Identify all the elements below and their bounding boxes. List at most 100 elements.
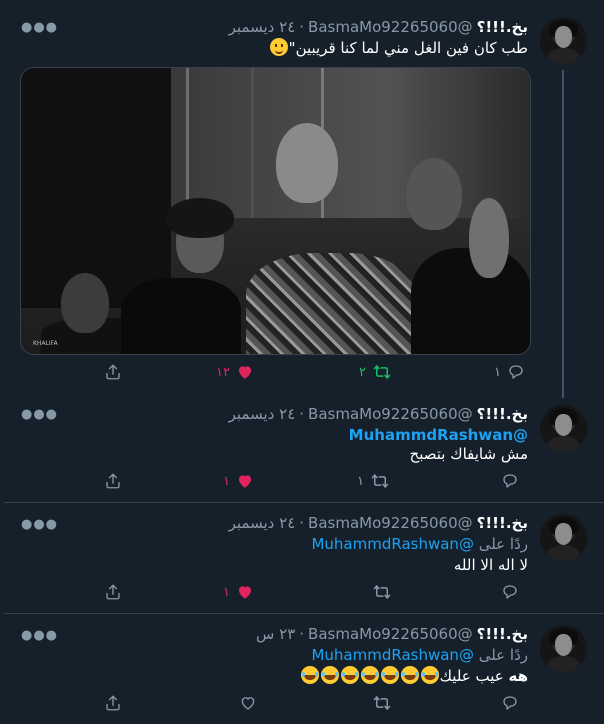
retweet-count: ١ — [357, 473, 364, 489]
timestamp[interactable]: ٢٤ ديسمبر — [229, 514, 296, 532]
tweet-body: طب كان فين الغل مني لما كنا قريبين" — [288, 39, 528, 57]
tweet-header: بخ.!!!؟ @BasmaMo92265060 · ٢٤ ديسمبر — [229, 17, 528, 37]
separator-dot: · — [299, 514, 305, 532]
face-with-tears-of-joy-icon — [300, 666, 319, 684]
tweet-4[interactable]: ●●● بخ.!!!؟ @BasmaMo92265060 · ٢٣ س ردًا… — [0, 614, 604, 724]
like-button[interactable]: ١ — [222, 583, 254, 601]
tweet-actions — [0, 694, 604, 716]
separator-dot: · — [299, 405, 305, 423]
display-name[interactable]: بخ.!!!؟ — [477, 625, 528, 643]
timestamp[interactable]: ٢٤ ديسمبر — [229, 405, 296, 423]
reply-button[interactable] — [501, 472, 519, 490]
face-with-tears-of-joy-icon — [360, 666, 379, 684]
tweet-text: @MuhammdRashwan — [349, 425, 528, 445]
retweet-button[interactable]: ٢ — [358, 363, 392, 381]
reply-context: ردًا على @MuhammdRashwan — [311, 534, 528, 554]
user-handle[interactable]: @BasmaMo92265060 — [308, 405, 473, 423]
separator-dot: · — [299, 18, 305, 36]
tweet-body: عيب عليك — [439, 667, 504, 685]
tweet-body-bold: هه — [508, 667, 529, 685]
like-button[interactable]: ١ — [222, 472, 254, 490]
like-count: ١ — [223, 584, 230, 600]
heart-icon — [238, 366, 251, 379]
tweet-body: مش شايفاك بتصبح — [409, 445, 528, 463]
face-with-tears-of-joy-icon — [340, 666, 359, 684]
reply-button[interactable]: ١ — [493, 363, 525, 381]
avatar[interactable] — [540, 514, 587, 561]
retweet-icon — [373, 365, 391, 379]
display-name[interactable]: بخ.!!!؟ — [477, 514, 528, 532]
user-handle[interactable]: @BasmaMo92265060 — [308, 625, 473, 643]
tweet-body: لا اله الا الله — [453, 556, 528, 574]
reply-icon — [503, 585, 517, 599]
reply-prefix: ردًا على — [478, 535, 528, 553]
more-icon[interactable]: ●●● — [21, 20, 58, 35]
mention-link[interactable]: @MuhammdRashwan — [311, 646, 473, 664]
timestamp[interactable]: ٢٣ س — [256, 625, 295, 643]
tweet-header: بخ.!!!؟ @BasmaMo92265060 · ٢٤ ديسمبر — [229, 513, 528, 533]
emoji-group — [300, 666, 440, 685]
tweet-2[interactable]: ●●● بخ.!!!؟ @BasmaMo92265060 · ٢٤ ديسمبر… — [0, 392, 604, 502]
mention-link[interactable]: @MuhammdRashwan — [349, 426, 528, 444]
share-icon — [106, 473, 120, 489]
retweet-button[interactable] — [372, 694, 392, 712]
separator-dot: · — [299, 625, 305, 643]
reply-icon — [509, 365, 523, 379]
face-with-tears-of-joy-icon — [320, 666, 339, 684]
reply-button[interactable] — [501, 583, 519, 601]
share-button[interactable] — [104, 694, 122, 712]
tweet-actions: ١ ٢ ١٢ — [0, 363, 604, 385]
face-with-tears-of-joy-icon — [400, 666, 419, 684]
retweet-button[interactable] — [372, 583, 392, 601]
like-button[interactable]: ١٢ — [216, 363, 254, 381]
slightly-smiling-face-icon — [269, 38, 288, 56]
more-icon[interactable]: ●●● — [21, 407, 58, 422]
reply-count: ١ — [494, 364, 501, 380]
face-with-tears-of-joy-icon — [420, 666, 439, 684]
share-button[interactable] — [104, 363, 122, 381]
avatar[interactable] — [540, 405, 587, 452]
user-handle[interactable]: @BasmaMo92265060 — [308, 514, 473, 532]
photo-watermark: KHALIFA — [33, 340, 58, 347]
face-with-tears-of-joy-icon — [380, 666, 399, 684]
tweet-1[interactable]: ●●● بخ.!!!؟ @BasmaMo92265060 · ٢٤ ديسمبر… — [0, 0, 604, 398]
tweet-3[interactable]: ●●● بخ.!!!؟ @BasmaMo92265060 · ٢٤ ديسمبر… — [0, 503, 604, 613]
share-icon — [106, 364, 120, 380]
avatar[interactable] — [540, 625, 587, 672]
more-icon[interactable]: ●●● — [21, 517, 58, 532]
like-count: ١ — [223, 473, 230, 489]
timestamp[interactable]: ٢٤ ديسمبر — [229, 18, 296, 36]
tweet-text: هه عيب عليك — [300, 666, 528, 686]
retweet-icon — [373, 585, 391, 599]
reply-icon — [503, 474, 517, 488]
reply-context: ردًا على @MuhammdRashwan — [311, 645, 528, 665]
retweet-count: ٢ — [359, 364, 366, 380]
heart-icon — [239, 586, 251, 599]
share-icon — [106, 695, 120, 711]
display-name[interactable]: بخ.!!!؟ — [477, 405, 528, 423]
share-icon — [106, 584, 120, 600]
heart-icon — [241, 697, 255, 710]
share-button[interactable] — [104, 583, 122, 601]
share-button[interactable] — [104, 472, 122, 490]
thread-line — [562, 70, 564, 398]
user-handle[interactable]: @BasmaMo92265060 — [308, 18, 473, 36]
display-name[interactable]: بخ.!!!؟ — [477, 18, 528, 36]
retweet-icon — [371, 474, 389, 488]
reply-prefix: ردًا على — [478, 646, 528, 664]
heart-icon — [239, 475, 251, 488]
tweet-header: بخ.!!!؟ @BasmaMo92265060 · ٢٣ س — [256, 624, 528, 644]
tweet-text: طب كان فين الغل مني لما كنا قريبين" — [269, 38, 528, 58]
like-count: ١٢ — [216, 364, 230, 380]
reply-button[interactable] — [501, 694, 519, 712]
tweet-actions: ١ — [0, 583, 604, 605]
retweet-icon — [373, 696, 391, 710]
reply-icon — [503, 696, 517, 710]
like-button[interactable] — [239, 694, 257, 712]
retweet-button[interactable]: ١ — [356, 472, 390, 490]
avatar[interactable] — [540, 17, 587, 64]
tweet-photo[interactable]: KHALIFA — [20, 67, 531, 355]
more-icon[interactable]: ●●● — [21, 628, 58, 643]
tweet-header: بخ.!!!؟ @BasmaMo92265060 · ٢٤ ديسمبر — [229, 404, 528, 424]
mention-link[interactable]: @MuhammdRashwan — [311, 535, 473, 553]
